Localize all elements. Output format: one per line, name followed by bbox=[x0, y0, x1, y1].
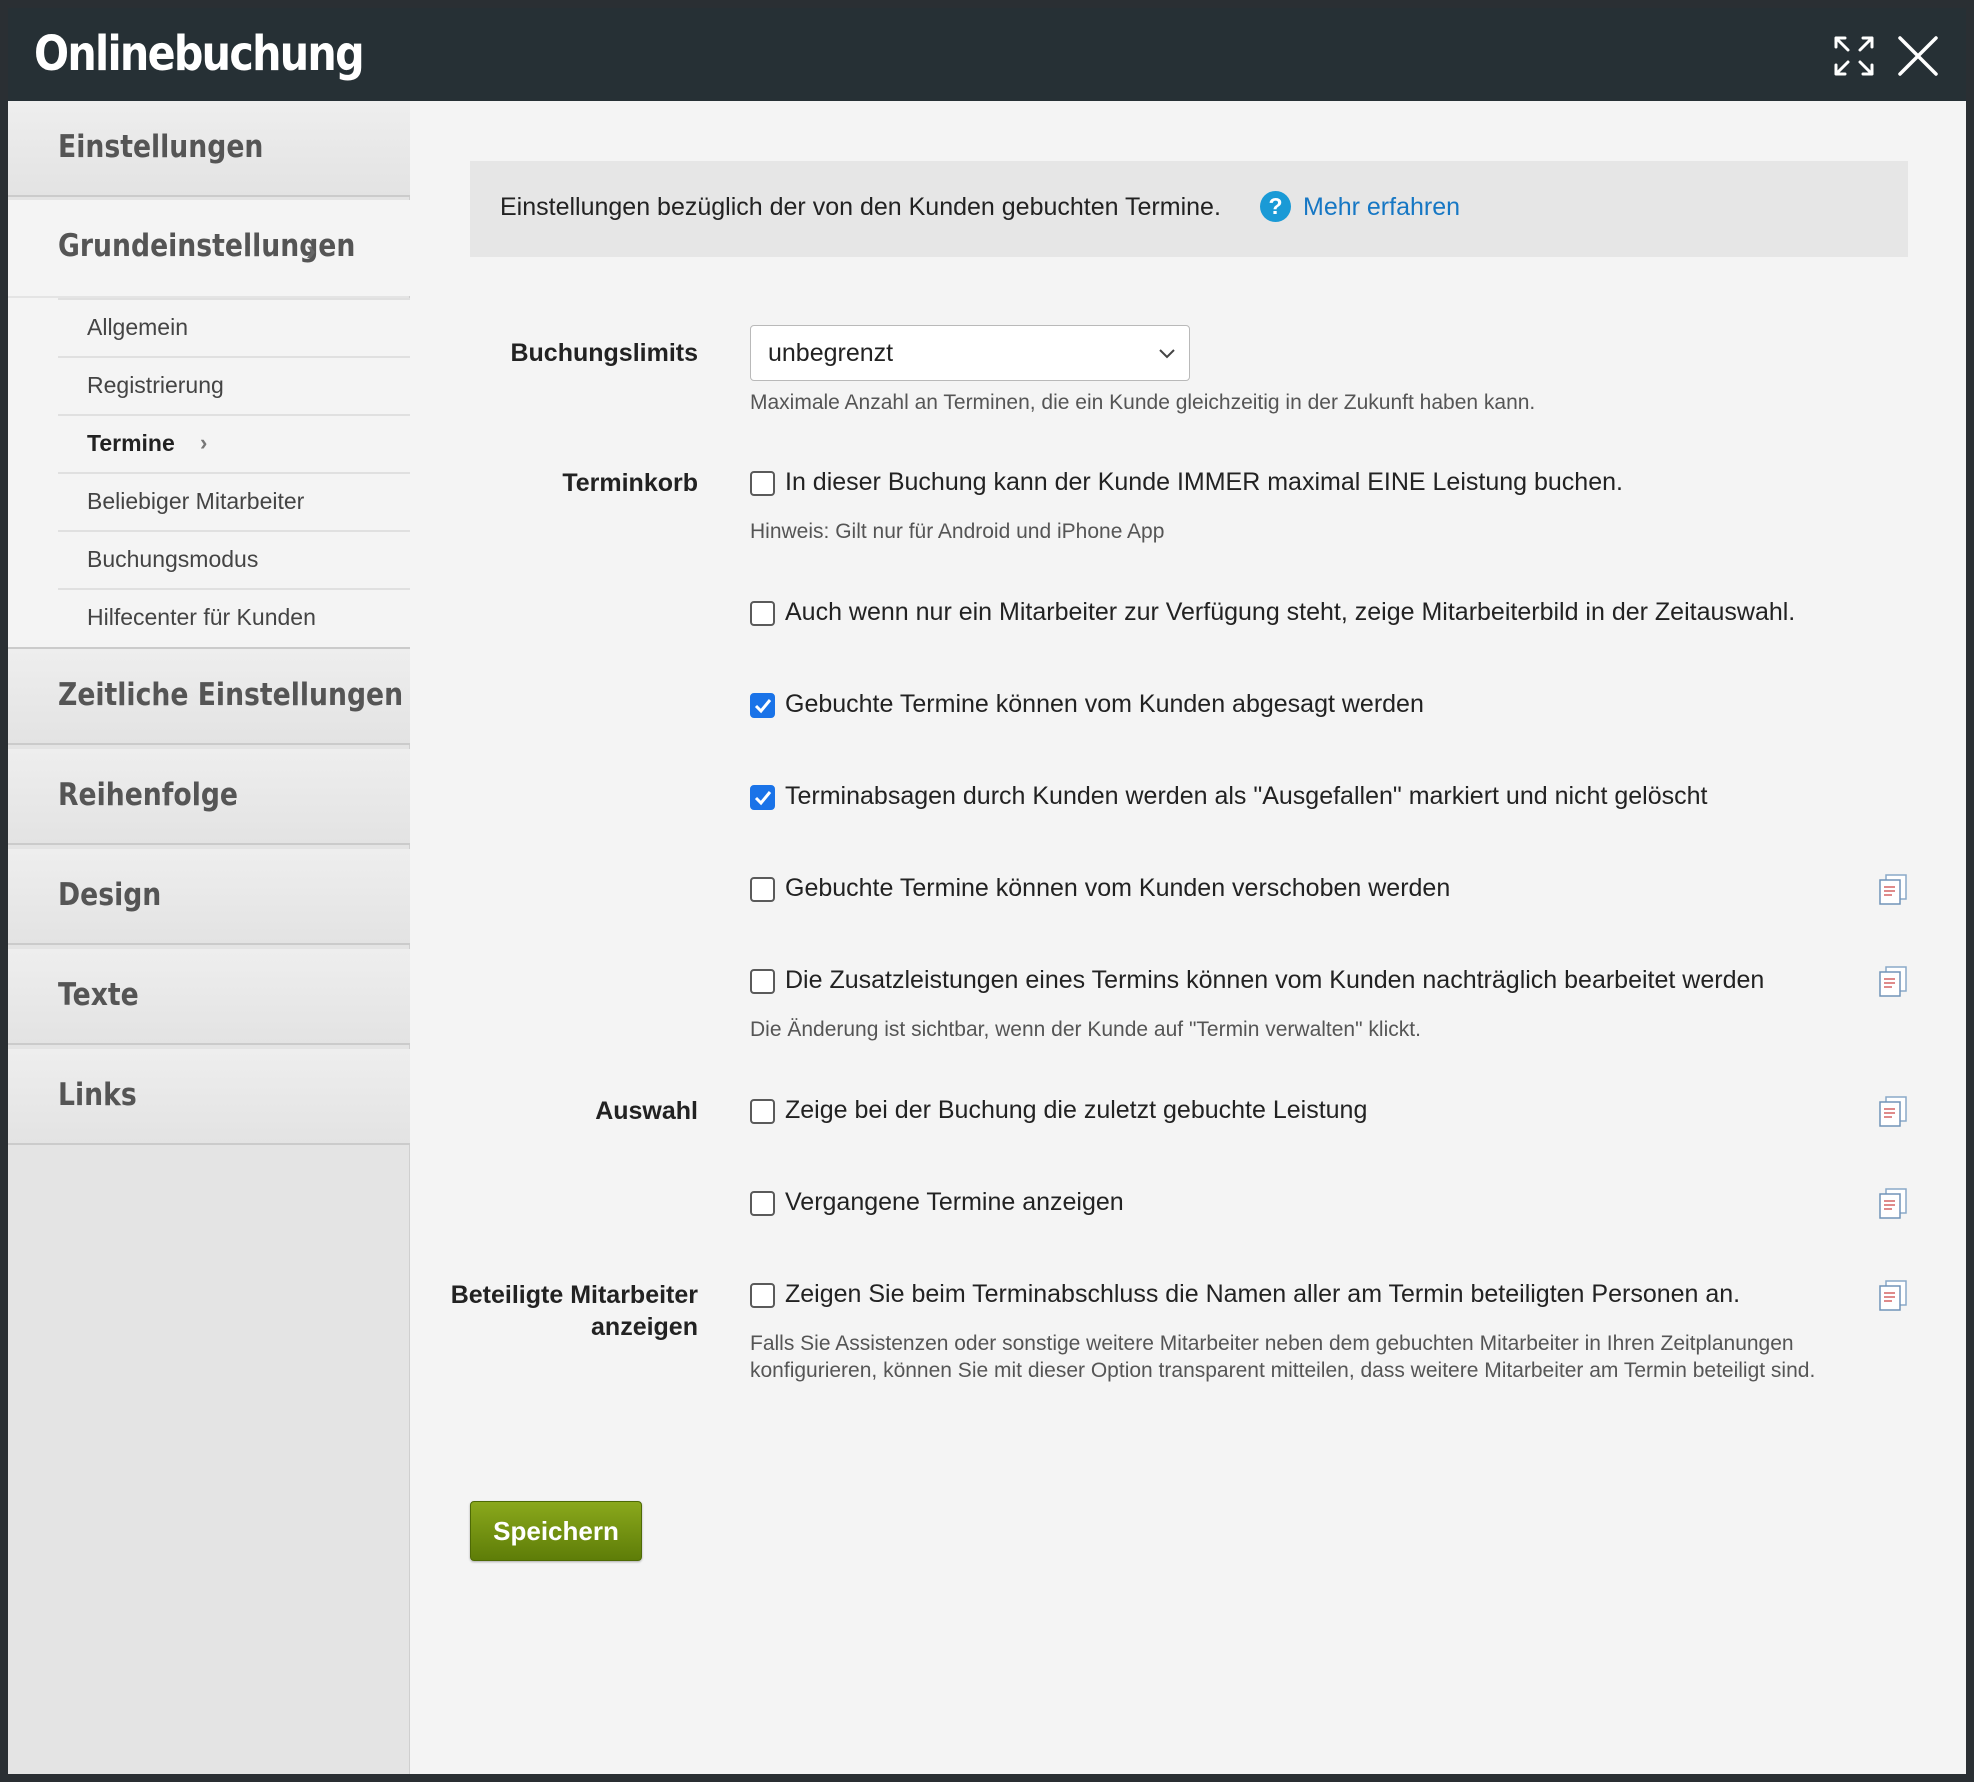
checkbox-show-last-service[interactable] bbox=[750, 1099, 775, 1124]
sidebar-item-label: Termine bbox=[87, 430, 175, 456]
sidebar-section-design[interactable]: Design bbox=[8, 849, 410, 945]
checkbox-label: Gebuchte Termine können vom Kunden versc… bbox=[785, 874, 1451, 902]
booking-limits-select[interactable]: unbegrenzt bbox=[750, 325, 1190, 381]
checkmark-icon bbox=[754, 791, 772, 806]
basket-label: Terminkorb bbox=[562, 469, 698, 497]
checkbox-show-past-appointments[interactable] bbox=[750, 1191, 775, 1216]
sidebar-item-label: Hilfecenter für Kunden bbox=[87, 604, 316, 630]
involved-staff-hint-line2: konfigurieren, können Sie mit dieser Opt… bbox=[750, 1359, 1816, 1382]
app-only-hint: Hinweis: Gilt nur für Android und iPhone… bbox=[750, 520, 1165, 543]
checkbox-edit-addon-services[interactable] bbox=[750, 969, 775, 994]
checkbox-label: Zeigen Sie beim Terminabschluss die Name… bbox=[785, 1280, 1741, 1308]
sidebar-item-allgemein[interactable]: Allgemein bbox=[58, 298, 410, 356]
help-icon[interactable]: ? bbox=[1260, 191, 1291, 222]
document-icon[interactable] bbox=[1877, 1187, 1909, 1219]
sidebar-item-label: Beliebiger Mitarbeiter bbox=[87, 488, 305, 514]
involved-staff-label-line1: Beteiligte Mitarbeiter bbox=[450, 1281, 698, 1309]
checkbox-label: Terminabsagen durch Kunden werden als "A… bbox=[785, 782, 1708, 810]
checkmark-icon bbox=[754, 699, 772, 714]
chevron-right-icon: › bbox=[200, 430, 208, 455]
window-title: Onlinebuchung bbox=[34, 26, 365, 82]
main-content: Einstellungen bezüglich der von den Kund… bbox=[411, 101, 1966, 1774]
sidebar-item-label: Allgemein bbox=[87, 314, 188, 340]
document-icon[interactable] bbox=[1877, 965, 1909, 997]
sidebar-item-registrierung[interactable]: Registrierung bbox=[58, 356, 410, 414]
checkbox-customer-can-reschedule[interactable] bbox=[750, 877, 775, 902]
sidebar-item-label: Registrierung bbox=[87, 372, 224, 398]
sidebar-section-einstellungen[interactable]: Einstellungen bbox=[8, 101, 410, 197]
learn-more-link[interactable]: Mehr erfahren bbox=[1303, 193, 1460, 222]
expand-icon[interactable] bbox=[1830, 32, 1878, 80]
info-banner: Einstellungen bezüglich der von den Kund… bbox=[470, 161, 1908, 257]
involved-staff-hint-line1: Falls Sie Assistenzen oder sonstige weit… bbox=[750, 1332, 1794, 1355]
document-icon[interactable] bbox=[1877, 1095, 1909, 1127]
checkbox-label: Gebuchte Termine können vom Kunden abges… bbox=[785, 690, 1424, 718]
sidebar: Einstellungen Grundeinstellungen › Allge… bbox=[8, 101, 410, 1774]
sidebar-section-reihenfolge[interactable]: Reihenfolge bbox=[8, 749, 410, 845]
selection-label: Auswahl bbox=[595, 1097, 698, 1125]
sidebar-item-hilfecenter[interactable]: Hilfecenter für Kunden bbox=[58, 588, 410, 646]
checkbox-label: Die Zusatzleistungen eines Termins könne… bbox=[785, 966, 1765, 994]
checkbox-customer-can-cancel[interactable] bbox=[750, 693, 775, 718]
checkbox-show-staff-photo[interactable] bbox=[750, 601, 775, 626]
info-text: Einstellungen bezüglich der von den Kund… bbox=[500, 193, 1221, 221]
checkbox-label: Zeige bei der Buchung die zuletzt gebuch… bbox=[785, 1096, 1368, 1124]
sidebar-item-buchungsmodus[interactable]: Buchungsmodus bbox=[58, 530, 410, 588]
document-icon[interactable] bbox=[1877, 1279, 1909, 1311]
sidebar-section-links[interactable]: Links bbox=[8, 1049, 410, 1145]
checkbox-max-one-service[interactable] bbox=[750, 471, 775, 496]
sidebar-section-label: Zeitliche Einstellungen bbox=[58, 677, 404, 713]
chevron-right-icon: › bbox=[306, 234, 316, 267]
document-icon[interactable] bbox=[1877, 873, 1909, 905]
checkbox-label: In dieser Buchung kann der Kunde IMMER m… bbox=[785, 468, 1623, 496]
sidebar-section-label: Design bbox=[58, 877, 162, 913]
save-button[interactable]: Speichern bbox=[470, 1501, 642, 1561]
sidebar-section-label: Reihenfolge bbox=[58, 777, 239, 813]
sidebar-section-zeitliche-einstellungen[interactable]: Zeitliche Einstellungen bbox=[8, 649, 410, 745]
sidebar-item-beliebiger-mitarbeiter[interactable]: Beliebiger Mitarbeiter bbox=[58, 472, 410, 530]
checkbox-label: Vergangene Termine anzeigen bbox=[785, 1188, 1124, 1216]
sidebar-item-label: Buchungsmodus bbox=[87, 546, 259, 572]
checkbox-mark-as-cancelled[interactable] bbox=[750, 785, 775, 810]
select-value: unbegrenzt bbox=[768, 339, 894, 367]
sidebar-section-label: Einstellungen bbox=[58, 129, 264, 165]
checkbox-show-involved-staff[interactable] bbox=[750, 1283, 775, 1308]
booking-limits-hint: Maximale Anzahl an Terminen, die ein Kun… bbox=[750, 391, 1536, 414]
involved-staff-label-line2: anzeigen bbox=[591, 1313, 698, 1341]
title-bar: Onlinebuchung bbox=[8, 8, 1966, 101]
close-icon[interactable] bbox=[1894, 32, 1942, 80]
sidebar-subnav: Allgemein Registrierung Termine › Belieb… bbox=[8, 298, 410, 649]
sidebar-section-label: Links bbox=[58, 1077, 137, 1113]
sidebar-section-texte[interactable]: Texte bbox=[8, 949, 410, 1045]
sidebar-item-termine[interactable]: Termine › bbox=[58, 414, 410, 472]
manage-appointment-hint: Die Änderung ist sichtbar, wenn der Kund… bbox=[750, 1018, 1421, 1041]
chevron-down-icon bbox=[1159, 349, 1175, 359]
sidebar-section-label: Texte bbox=[58, 977, 139, 1013]
online-booking-window: Onlinebuchung Einstellungen Grundeinstel… bbox=[8, 8, 1966, 1774]
sidebar-section-grundeinstellungen[interactable]: Grundeinstellungen › bbox=[8, 200, 410, 296]
booking-limits-label: Buchungslimits bbox=[510, 339, 698, 367]
checkbox-label: Auch wenn nur ein Mitarbeiter zur Verfüg… bbox=[785, 598, 1796, 626]
